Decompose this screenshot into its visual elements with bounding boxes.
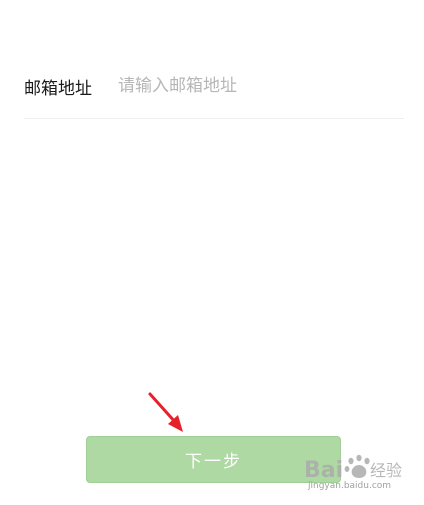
email-input[interactable] bbox=[118, 71, 404, 101]
svg-text:经验: 经验 bbox=[370, 461, 402, 480]
red-arrow-icon bbox=[148, 392, 183, 432]
next-step-button[interactable]: 下一步 bbox=[86, 436, 341, 483]
email-divider bbox=[24, 118, 404, 119]
email-form-row: 邮箱地址 bbox=[24, 62, 404, 110]
email-label: 邮箱地址 bbox=[24, 78, 92, 99]
